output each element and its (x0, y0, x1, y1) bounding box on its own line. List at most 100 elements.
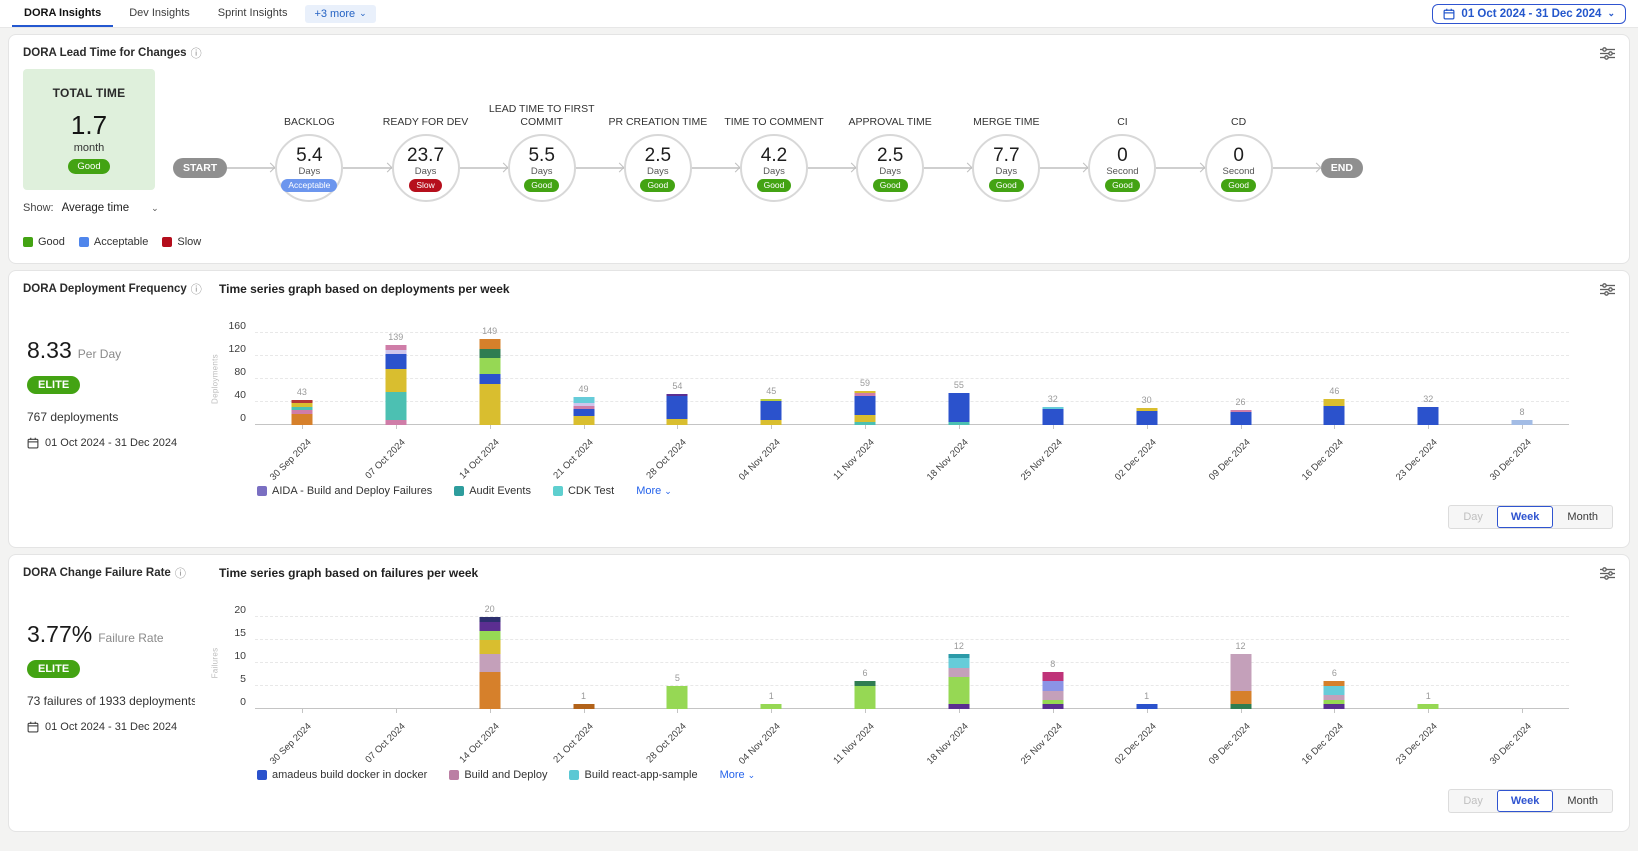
bar-28-Oct-2024[interactable] (667, 686, 688, 709)
bar-segment[interactable] (291, 414, 312, 426)
bar-segment[interactable] (667, 396, 688, 419)
tab-dora-insights[interactable]: DORA Insights (12, 0, 113, 27)
deployment-chart-title: Time series graph based on deployments p… (219, 282, 510, 296)
bar-16-Dec-2024[interactable] (1324, 399, 1345, 425)
bar-23-Dec-2024[interactable] (1418, 407, 1439, 425)
bar-segment[interactable] (479, 349, 500, 359)
info-icon[interactable]: ⓘ (191, 281, 202, 297)
bar-segment[interactable] (1418, 407, 1439, 425)
bar-segment[interactable] (948, 393, 969, 422)
tab-sprint-insights[interactable]: Sprint Insights (206, 0, 300, 27)
bar-02-Dec-2024[interactable] (1136, 408, 1157, 425)
bar-07-Oct-2024[interactable] (385, 345, 406, 425)
bar-total-label: 55 (954, 380, 964, 390)
bar-segment[interactable] (385, 354, 406, 368)
bar-segment[interactable] (667, 686, 688, 709)
y-axis-label: Deployments (211, 354, 220, 404)
bar-segment[interactable] (855, 415, 876, 422)
gridline (255, 378, 1569, 379)
x-tick (1428, 709, 1429, 713)
bar-18-Nov-2024[interactable] (948, 654, 969, 709)
legend-label: Slow (177, 236, 201, 248)
legend-label: Audit Events (469, 485, 531, 497)
bar-segment[interactable] (385, 392, 406, 421)
bar-16-Dec-2024[interactable] (1324, 681, 1345, 709)
bar-total-label: 1 (1426, 691, 1431, 701)
bar-segment[interactable] (479, 622, 500, 631)
bar-25-Nov-2024[interactable] (1042, 407, 1063, 425)
bar-21-Oct-2024[interactable] (573, 397, 594, 425)
bar-segment[interactable] (1324, 399, 1345, 406)
bar-14-Oct-2024[interactable] (479, 339, 500, 425)
bar-09-Dec-2024[interactable] (1230, 410, 1251, 425)
flow-arrow (576, 167, 624, 169)
bar-segment[interactable] (1324, 406, 1345, 425)
legend-item[interactable]: CDK Test (553, 485, 614, 497)
legend-item-acceptable: Acceptable (79, 236, 148, 248)
stage-unit: Days (763, 166, 785, 177)
bar-segment[interactable] (573, 416, 594, 425)
bar-segment[interactable] (479, 672, 500, 709)
bar-09-Dec-2024[interactable] (1230, 654, 1251, 709)
bar-segment[interactable] (573, 409, 594, 416)
bar-segment[interactable] (1042, 672, 1063, 681)
bar-segment[interactable] (479, 384, 500, 425)
bar-segment[interactable] (948, 668, 969, 677)
show-metric-dropdown[interactable]: Show: Average time ⌄ (23, 202, 173, 214)
legend-item[interactable]: Audit Events (454, 485, 531, 497)
info-icon[interactable]: ⓘ (175, 565, 186, 581)
bar-28-Oct-2024[interactable] (667, 394, 688, 425)
bar-segment[interactable] (1230, 691, 1251, 705)
bar-total-label: 8 (1050, 659, 1055, 669)
x-tick (1522, 709, 1523, 713)
show-value: Average time (62, 202, 130, 214)
failure-date-range: 01 Oct 2024 - 31 Dec 2024 (27, 721, 209, 733)
bar-04-Nov-2024[interactable] (761, 399, 782, 425)
bar-segment[interactable] (1230, 654, 1251, 691)
bar-segment[interactable] (855, 686, 876, 709)
info-icon[interactable]: ⓘ (191, 45, 202, 61)
bar-segment[interactable] (1042, 681, 1063, 690)
y-tick-label: 0 (240, 412, 246, 424)
toggle-week[interactable]: Week (1497, 506, 1554, 528)
bar-segment[interactable] (385, 369, 406, 392)
bar-segment[interactable] (479, 374, 500, 383)
chart-settings-icon[interactable] (1600, 283, 1615, 296)
bar-14-Oct-2024[interactable] (479, 617, 500, 709)
bar-25-Nov-2024[interactable] (1042, 672, 1063, 709)
bar-segment[interactable] (479, 339, 500, 348)
date-range-picker[interactable]: 01 Oct 2024 - 31 Dec 2024 ⌄ (1432, 4, 1626, 24)
bar-segment[interactable] (761, 401, 782, 420)
chevron-down-icon: ⌄ (1607, 9, 1615, 18)
bar-segment[interactable] (1324, 686, 1345, 695)
chart-settings-icon[interactable] (1600, 567, 1615, 580)
bar-18-Nov-2024[interactable] (948, 393, 969, 425)
toggle-month[interactable]: Month (1553, 506, 1612, 528)
bar-11-Nov-2024[interactable] (855, 681, 876, 709)
bar-segment[interactable] (948, 677, 969, 705)
bar-segment[interactable] (479, 631, 500, 640)
bar-segment[interactable] (479, 358, 500, 374)
more-tabs-dropdown[interactable]: +3 more ⌄ (305, 5, 375, 23)
chart-settings-icon[interactable] (1600, 47, 1615, 60)
bar-segment[interactable] (1136, 411, 1157, 425)
bar-segment[interactable] (1042, 409, 1063, 425)
bar-segment[interactable] (855, 396, 876, 415)
flow-arrow (460, 167, 508, 169)
toggle-week[interactable]: Week (1497, 790, 1554, 812)
x-tick (1334, 709, 1335, 713)
bar-segment[interactable] (948, 658, 969, 667)
gridline (255, 662, 1569, 663)
bar-11-Nov-2024[interactable] (855, 391, 876, 425)
bar-segment[interactable] (1042, 691, 1063, 700)
bar-30-Sep-2024[interactable] (291, 400, 312, 425)
deployment-rate-unit: Per Day (78, 347, 121, 361)
toggle-month[interactable]: Month (1553, 790, 1612, 812)
tab-dev-insights[interactable]: Dev Insights (117, 0, 202, 27)
stage-unit: Days (879, 166, 901, 177)
bar-segment[interactable] (1230, 412, 1251, 425)
bar-segment[interactable] (479, 654, 500, 672)
gridline (255, 355, 1569, 356)
flow-arrow (808, 167, 856, 169)
bar-segment[interactable] (479, 640, 500, 654)
